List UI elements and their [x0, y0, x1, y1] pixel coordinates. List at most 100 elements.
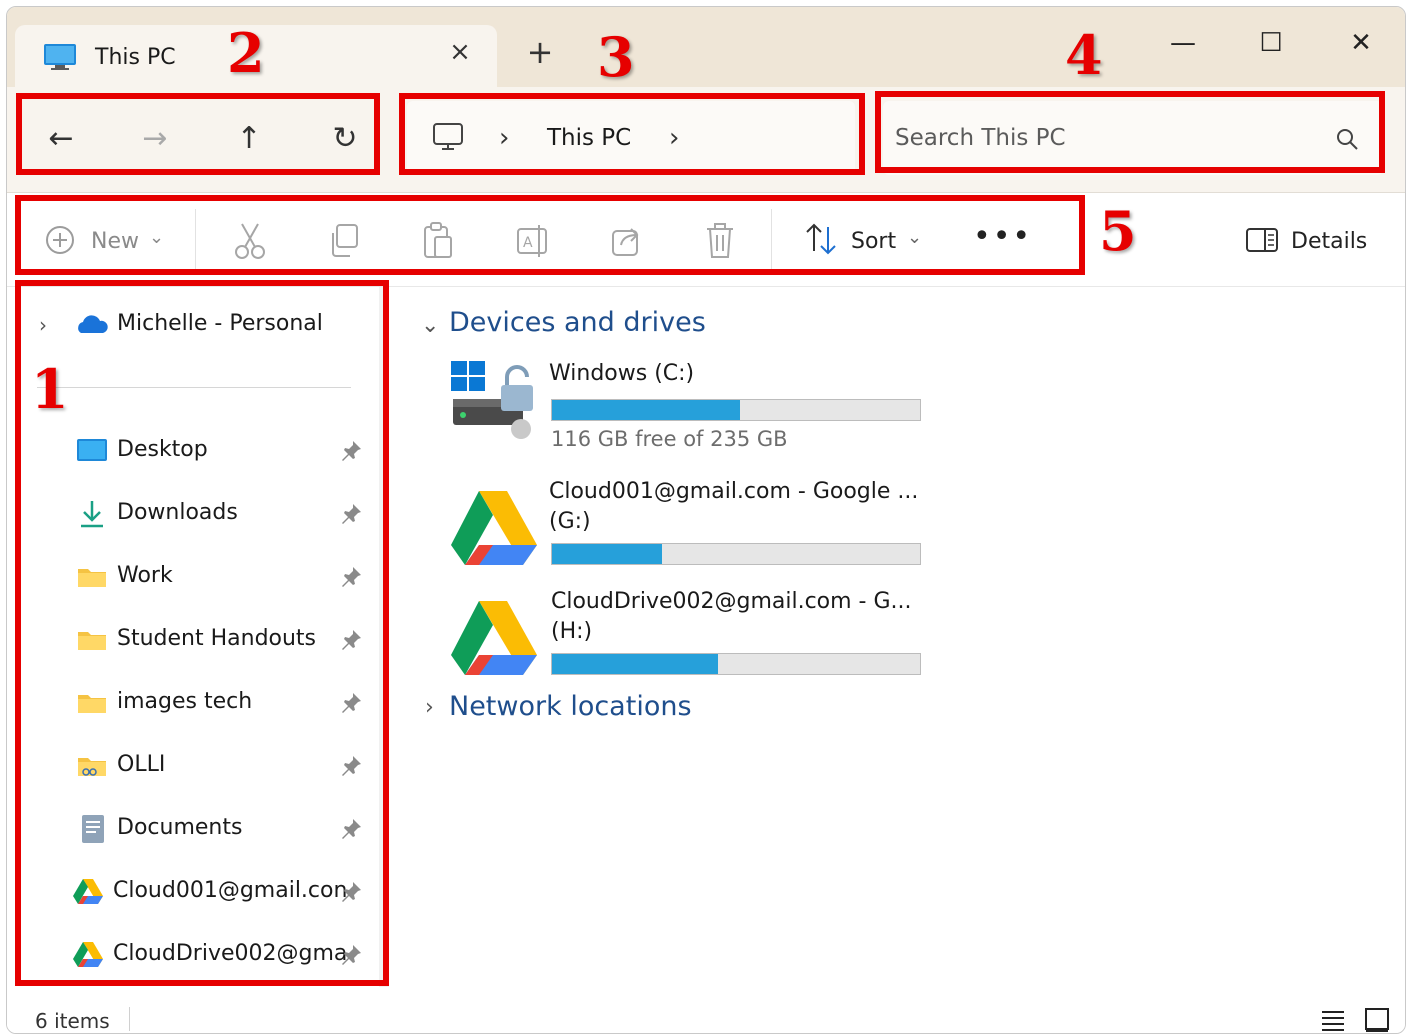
breadcrumb-chevron-icon[interactable]: ›: [669, 123, 679, 153]
search-icon[interactable]: [1333, 125, 1361, 153]
pin-icon[interactable]: [339, 817, 363, 841]
refresh-button[interactable]: ↻: [325, 119, 365, 159]
search-box: [883, 101, 1383, 175]
annotation-number-5: 5: [1099, 199, 1137, 263]
share-icon[interactable]: [609, 221, 643, 261]
drive-name: Cloud001@gmail.com - Google ...: [549, 479, 919, 504]
sidebar-item-cloud001[interactable]: Cloud001@gmail.con: [27, 866, 377, 918]
expand-chevron-icon[interactable]: ›: [39, 313, 47, 337]
maximize-button[interactable]: ☐: [1251, 23, 1291, 63]
forward-button[interactable]: →: [135, 119, 175, 159]
annotation-number-4: 4: [1065, 23, 1103, 87]
cut-icon[interactable]: [233, 221, 267, 261]
drive-name: Windows (C:): [549, 361, 695, 386]
address-bar[interactable]: › This PC ›: [407, 101, 855, 175]
drive-free-space: 116 GB free of 235 GB: [551, 427, 788, 451]
sort-icon: [806, 223, 836, 255]
sidebar-item-label: Documents: [117, 815, 243, 840]
drive-google-h[interactable]: CloudDrive002@gmail.com - G... (H:): [449, 587, 929, 697]
sidebar-item-desktop[interactable]: Desktop: [27, 425, 377, 477]
sidebar-item-work[interactable]: Work: [27, 551, 377, 603]
back-button[interactable]: ←: [41, 119, 81, 159]
chevron-down-icon: ⌄: [907, 227, 923, 248]
separator: [771, 209, 772, 271]
sidebar-item-label: images tech: [117, 689, 253, 714]
sidebar-item-label: Cloud001@gmail.con: [113, 878, 348, 903]
sidebar-item-label: Downloads: [117, 500, 238, 525]
sort-button[interactable]: Sort ⌄: [803, 221, 933, 261]
up-button[interactable]: ↑: [229, 119, 269, 159]
sidebar-item-label: Michelle - Personal: [117, 311, 323, 336]
folder-icon: [78, 695, 106, 713]
pin-icon[interactable]: [339, 628, 363, 652]
drive-windows-c[interactable]: Windows (C:) 116 GB free of 235 GB: [449, 359, 929, 469]
pin-icon[interactable]: [339, 943, 363, 967]
sidebar-item-downloads[interactable]: Downloads: [27, 488, 377, 540]
item-count: 6 items: [35, 1009, 110, 1033]
pin-icon[interactable]: [339, 880, 363, 904]
download-icon: [81, 501, 103, 528]
folder-icon: [78, 569, 106, 587]
plus-circle-icon: [46, 226, 74, 254]
desktop-folder-icon: [77, 439, 107, 461]
sidebar-item-student-handouts[interactable]: Student Handouts: [27, 614, 377, 666]
breadcrumb-this-pc[interactable]: This PC: [547, 125, 631, 151]
sidebar-item-label: Work: [117, 563, 173, 588]
delete-icon[interactable]: [703, 221, 737, 261]
sidebar-item-onedrive[interactable]: › Michelle - Personal: [27, 299, 377, 351]
drive-google-g[interactable]: Cloud001@gmail.com - Google ... (G:): [449, 477, 929, 587]
new-tab-button[interactable]: +: [525, 36, 555, 68]
expand-chevron-icon[interactable]: ›: [425, 695, 434, 720]
drive-letter: (H:): [551, 619, 593, 644]
group-header-devices[interactable]: Devices and drives: [449, 307, 706, 338]
sidebar-item-olli[interactable]: OLLI: [27, 740, 377, 792]
monitor-icon: [44, 44, 76, 70]
new-button[interactable]: New ⌄: [41, 221, 171, 261]
pin-icon[interactable]: [339, 439, 363, 463]
search-input[interactable]: [895, 115, 1315, 161]
breadcrumb-chevron-icon[interactable]: ›: [499, 123, 509, 153]
details-view-icon[interactable]: [1319, 1005, 1347, 1033]
google-drive-icon: [73, 879, 103, 904]
large-icons-view-icon[interactable]: [1363, 1005, 1391, 1033]
details-pane-button[interactable]: Details: [1243, 221, 1383, 261]
pin-icon[interactable]: [339, 565, 363, 589]
pin-icon[interactable]: [339, 754, 363, 778]
divider: [37, 387, 351, 388]
chevron-down-icon: ⌄: [149, 227, 165, 248]
tab-title: This PC: [95, 45, 176, 70]
locked-drive-icon: [451, 361, 533, 439]
minimize-button[interactable]: —: [1163, 23, 1203, 63]
paste-icon[interactable]: [421, 221, 455, 261]
group-header-network[interactable]: Network locations: [449, 691, 692, 722]
address-row: ← → ↑ ↻ › This PC ›: [7, 87, 1405, 193]
command-bar: New ⌄ A Sort ⌄ ••• Details: [7, 193, 1405, 287]
drive-usage-fill: [552, 654, 718, 674]
close-window-button[interactable]: ✕: [1341, 23, 1381, 63]
pin-icon[interactable]: [339, 691, 363, 715]
sidebar-item-label: Desktop: [117, 437, 208, 462]
google-drive-icon: [451, 601, 537, 675]
tab-close-button[interactable]: ×: [445, 37, 475, 67]
details-pane-icon: [1246, 228, 1278, 252]
drive-usage-fill: [552, 400, 740, 420]
pin-icon[interactable]: [339, 502, 363, 526]
more-options-button[interactable]: •••: [973, 219, 1030, 259]
sidebar-scrollbar[interactable]: [379, 287, 389, 987]
sidebar-item-images-tech[interactable]: images tech: [27, 677, 377, 729]
file-explorer-window: This PC × + — ☐ ✕ ← → ↑ ↻ › This PC › Se…: [6, 6, 1406, 1034]
rename-icon[interactable]: A: [515, 221, 549, 261]
sidebar-item-label: CloudDrive002@gma: [113, 941, 348, 966]
collapse-chevron-icon[interactable]: ⌄: [421, 313, 439, 338]
annotation-number-3: 3: [597, 25, 635, 89]
folder-icon: [78, 632, 106, 650]
google-drive-icon: [73, 942, 103, 967]
annotation-number-1: 1: [31, 357, 69, 421]
sidebar-item-label: OLLI: [117, 752, 166, 777]
copy-icon[interactable]: [327, 221, 361, 261]
pc-icon: [433, 123, 463, 150]
sidebar-item-clouddrive002[interactable]: CloudDrive002@gma: [27, 929, 377, 981]
drive-usage-bar: [551, 399, 921, 421]
sidebar-item-documents[interactable]: Documents: [27, 803, 377, 855]
sort-button-label: Sort: [851, 229, 897, 254]
